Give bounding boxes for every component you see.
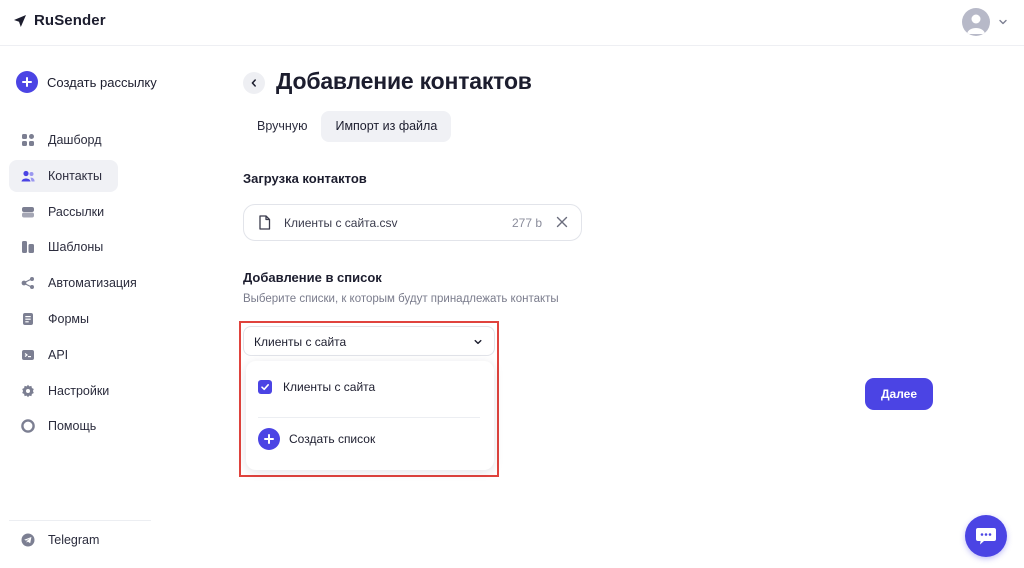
checkbox-checked[interactable] [258, 380, 272, 394]
sidebar-item-label: Автоматизация [48, 276, 137, 291]
sidebar-item-label: Формы [48, 311, 89, 326]
tabs: Вручную Импорт из файла [243, 111, 452, 142]
sidebar-item-label: Настройки [48, 383, 110, 398]
create-list-button[interactable]: Создать список [258, 428, 375, 450]
sidebar-item-automation[interactable]: Автоматизация [9, 267, 149, 299]
plus-icon [258, 428, 280, 450]
sidebar-item-forms[interactable]: Формы [9, 303, 149, 335]
forms-icon [21, 312, 35, 326]
uploaded-file: Клиенты с сайта.csv 277 b [243, 204, 582, 241]
paper-plane-icon [14, 14, 26, 27]
sidebar-item-label: Контакты [48, 168, 102, 183]
user-icon [967, 14, 985, 34]
sidebar-item-label: API [48, 347, 69, 362]
sidebar-item-label: Рассылки [48, 204, 105, 219]
list-section-title: Добавление в список [243, 270, 382, 285]
contacts-icon [21, 169, 35, 183]
sidebar-item-dashboard[interactable]: Дашборд [9, 124, 149, 156]
avatar [962, 8, 990, 36]
file-icon [259, 215, 271, 230]
list-option[interactable]: Клиенты с сайта [258, 380, 375, 394]
gear-icon [21, 384, 35, 398]
sidebar-item-label: Помощь [48, 419, 97, 434]
sidebar-item-label: Шаблоны [48, 240, 104, 255]
templates-icon [21, 240, 35, 254]
chevron-down-icon [474, 339, 482, 345]
chat-widget-button[interactable] [965, 515, 1007, 557]
sidebar-divider [9, 520, 151, 521]
sidebar-item-api[interactable]: API [9, 339, 149, 371]
telegram-link[interactable]: Telegram [21, 533, 99, 547]
sidebar-item-mailings[interactable]: Рассылки [9, 196, 149, 228]
tab-manual[interactable]: Вручную [243, 111, 321, 142]
tab-import-file[interactable]: Импорт из файла [321, 111, 452, 142]
create-mailing-button[interactable]: Создать рассылку [16, 71, 157, 93]
top-bar: RuSender [0, 0, 1024, 46]
chevron-down-icon [999, 19, 1007, 25]
create-mailing-label: Создать рассылку [47, 74, 157, 90]
back-button[interactable] [243, 72, 265, 94]
automation-icon [21, 276, 35, 290]
dropdown-divider [258, 417, 480, 418]
chevron-left-icon [251, 79, 256, 87]
telegram-label: Telegram [48, 533, 100, 547]
sidebar-item-settings[interactable]: Настройки [9, 375, 149, 407]
list-option-label: Клиенты с сайта [283, 380, 376, 394]
sidebar-nav: Дашборд Контакты Рассылки Шаблоны Автома… [9, 124, 149, 446]
next-button[interactable]: Далее [865, 378, 933, 410]
sidebar: Создать рассылку Дашборд Контакты Рассыл… [0, 46, 160, 568]
api-icon [21, 348, 35, 362]
close-icon[interactable] [556, 216, 568, 228]
list-select[interactable]: Клиенты с сайта [243, 326, 495, 356]
plus-icon [16, 71, 38, 93]
mailings-icon [21, 205, 35, 219]
help-icon [21, 419, 35, 434]
telegram-icon [21, 533, 35, 547]
check-icon [261, 384, 269, 391]
user-menu[interactable] [962, 8, 1008, 36]
sidebar-item-help[interactable]: Помощь [9, 410, 149, 442]
file-name: Клиенты с сайта.csv [284, 216, 398, 230]
logo[interactable]: RuSender [13, 12, 106, 29]
upload-section-title: Загрузка контактов [243, 171, 367, 186]
dashboard-icon [21, 133, 35, 147]
brand-name: RuSender [34, 12, 106, 29]
file-size: 277 b [511, 216, 542, 230]
sidebar-item-label: Дашборд [48, 133, 102, 147]
page-title: Добавление контактов [276, 68, 532, 94]
list-select-value: Клиенты с сайта [254, 335, 347, 349]
chat-icon [976, 528, 996, 545]
sidebar-item-contacts[interactable]: Контакты [9, 159, 118, 192]
sidebar-item-templates[interactable]: Шаблоны [9, 231, 149, 263]
create-list-label: Создать список [289, 432, 376, 446]
list-section-subtitle: Выберите списки, к которым будут принадл… [243, 293, 559, 305]
list-dropdown: Клиенты с сайта Создать список [246, 361, 494, 470]
